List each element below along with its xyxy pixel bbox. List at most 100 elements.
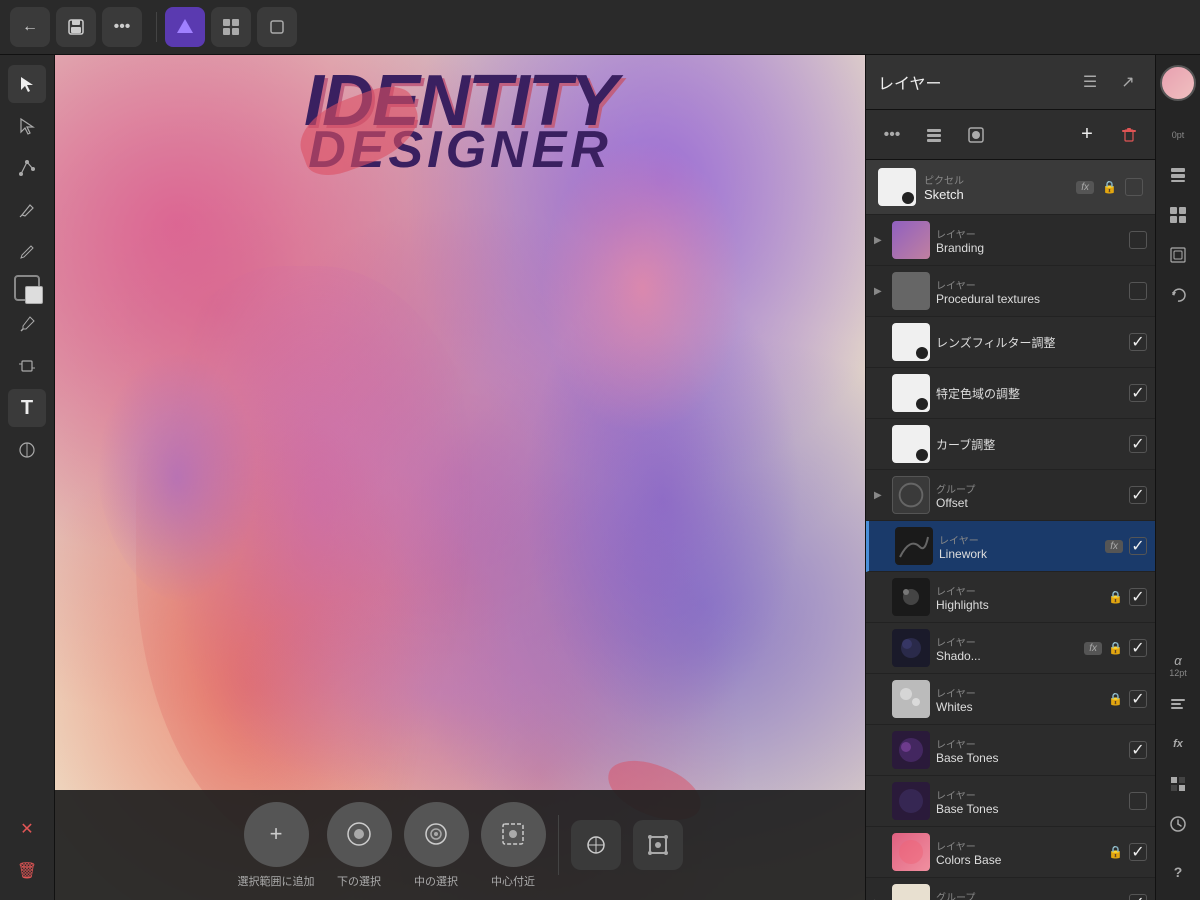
highlights-visibility[interactable]: ✓ — [1129, 588, 1147, 606]
back-button[interactable]: ← — [10, 7, 50, 47]
font-rs-button[interactable]: α 12pt — [1160, 649, 1196, 682]
fx-rs-button[interactable]: fx — [1160, 726, 1196, 762]
bt2-visibility[interactable] — [1129, 792, 1147, 810]
snap-point-button[interactable] — [633, 820, 683, 870]
grid-view-rs-button[interactable] — [1160, 197, 1196, 233]
center-snap-circle[interactable] — [481, 802, 546, 867]
direct-select-tool-button[interactable] — [8, 107, 46, 145]
center-snap-button[interactable]: 中心付近 — [481, 802, 546, 889]
base-tones-2-layer[interactable]: レイヤー Base Tones — [866, 776, 1155, 827]
base-tones-1-layer[interactable]: レイヤー Base Tones ✓ — [866, 725, 1155, 776]
panel-mask-button[interactable] — [958, 117, 994, 153]
whites-layer[interactable]: レイヤー Whites 🔒 ✓ — [866, 674, 1155, 725]
crop-tool-button[interactable] — [8, 347, 46, 385]
text-tool-button[interactable]: T — [8, 389, 46, 427]
select-tool-button[interactable] — [8, 65, 46, 103]
offset-visibility[interactable]: ✓ — [1129, 486, 1147, 504]
add-selection-button[interactable]: + 選択範囲に追加 — [238, 802, 315, 889]
snap-grid-button[interactable] — [571, 820, 621, 870]
blend-tool-button[interactable] — [8, 431, 46, 469]
below-selection-button[interactable]: 下の選択 — [327, 802, 392, 889]
panel-menu-button[interactable]: ☰ — [1075, 67, 1105, 97]
color-range-visibility[interactable]: ✓ — [1129, 384, 1147, 402]
shape-button[interactable] — [257, 7, 297, 47]
panel-export-button[interactable]: ↗ — [1113, 67, 1143, 97]
pencil-tool-button[interactable] — [8, 233, 46, 271]
delete-button[interactable]: ✕ — [8, 810, 46, 848]
cb-visibility[interactable]: ✓ — [1129, 843, 1147, 861]
center-selection-button[interactable]: 中の選択 — [404, 802, 469, 889]
panel-ellipsis-button[interactable]: ••• — [874, 117, 910, 153]
delete-layer-button[interactable]: 🗑 — [8, 852, 46, 890]
add-selection-circle[interactable]: + — [244, 802, 309, 867]
lens-visibility[interactable]: ✓ — [1129, 333, 1147, 351]
below-selection-label: 下の選択 — [337, 873, 381, 889]
branding-visibility[interactable] — [1129, 231, 1147, 249]
app-icon-button[interactable] — [165, 7, 205, 47]
color-range-name: 特定色域の調整 — [936, 385, 1123, 402]
procedural-textures-layer[interactable]: ▶ レイヤー Procedural textures — [866, 266, 1155, 317]
grid-view-button[interactable] — [211, 7, 251, 47]
linework-layer[interactable]: レイヤー Linework fx ✓ — [866, 521, 1155, 572]
panel-layers-button[interactable] — [916, 117, 952, 153]
bt1-info: レイヤー Base Tones — [936, 736, 1123, 765]
undo-rs-button[interactable] — [1160, 277, 1196, 313]
clock-rs-button[interactable] — [1160, 806, 1196, 842]
node-tool-button[interactable] — [8, 149, 46, 187]
whites-visibility[interactable]: ✓ — [1129, 690, 1147, 708]
sketch-visibility-checkbox[interactable] — [1125, 178, 1143, 196]
linework-thumb — [895, 527, 933, 565]
offset-info: グループ Offset — [936, 481, 1123, 510]
bg-visibility[interactable]: ✓ — [1129, 894, 1147, 900]
shadows-visibility[interactable]: ✓ — [1129, 639, 1147, 657]
offset-chevron: ▶ — [874, 490, 886, 501]
curves-visibility[interactable]: ✓ — [1129, 435, 1147, 453]
snap-point-square[interactable] — [633, 820, 683, 870]
eyedropper-tool-button[interactable] — [8, 305, 46, 343]
curves-layer[interactable]: カーブ調整 ✓ — [866, 419, 1155, 470]
pixel-rs-button[interactable] — [1160, 766, 1196, 802]
procedural-visibility[interactable] — [1129, 282, 1147, 300]
sketch-layer[interactable]: ピクセル Sketch fx 🔒 — [866, 160, 1155, 215]
whites-name: Whites — [936, 700, 1102, 714]
save-button[interactable] — [56, 7, 96, 47]
pen-tool-button[interactable] — [8, 191, 46, 229]
pt-button[interactable]: 0pt — [1160, 117, 1196, 153]
highlights-layer[interactable]: レイヤー Highlights 🔒 ✓ — [866, 572, 1155, 623]
branding-layer[interactable]: ▶ レイヤー Branding — [866, 215, 1155, 266]
cb-info: レイヤー Colors Base — [936, 838, 1102, 867]
lens-filter-layer[interactable]: レンズフィルター調整 ✓ — [866, 317, 1155, 368]
linework-type: レイヤー — [939, 532, 1099, 547]
snap-grid-square[interactable] — [571, 820, 621, 870]
offset-thumb — [892, 476, 930, 514]
more-button[interactable]: ••• — [102, 7, 142, 47]
shadows-layer[interactable]: レイヤー Shado... fx 🔒 ✓ — [866, 623, 1155, 674]
help-rs-button[interactable]: ? — [1160, 854, 1196, 890]
center-selection-label: 中の選択 — [414, 873, 458, 889]
linework-fx-badge: fx — [1105, 540, 1123, 553]
layer-list: ピクセル Sketch fx 🔒 ▶ レイヤー Branding ▶ — [866, 160, 1155, 900]
center-selection-circle[interactable] — [404, 802, 469, 867]
bt1-visibility[interactable]: ✓ — [1129, 741, 1147, 759]
left-toolbar: T ✕ 🗑 — [0, 55, 55, 900]
bottom-toolbar: + 選択範囲に追加 下の選択 — [55, 790, 865, 900]
color-range-layer[interactable]: 特定色域の調整 ✓ — [866, 368, 1155, 419]
linework-visibility[interactable]: ✓ — [1129, 537, 1147, 555]
canvas-area[interactable]: IDENTITY DESIGNER + 選択範囲に追加 — [55, 55, 865, 900]
background-layer[interactable]: ▶ グループ Background ✓ — [866, 878, 1155, 900]
panel-delete-button[interactable] — [1111, 117, 1147, 153]
color-range-info: 特定色域の調整 — [936, 385, 1123, 402]
transform-rs-button[interactable] — [1160, 237, 1196, 273]
bg-info: グループ Background — [936, 889, 1123, 900]
color-swatch[interactable] — [14, 275, 40, 301]
offset-layer[interactable]: ▶ グループ Offset ✓ — [866, 470, 1155, 521]
text-edit-rs-button[interactable] — [1160, 686, 1196, 722]
colors-base-layer[interactable]: レイヤー Colors Base 🔒 ✓ — [866, 827, 1155, 878]
layers-view-button[interactable] — [1160, 157, 1196, 193]
avatar — [1160, 65, 1196, 101]
panel-add-button[interactable]: + — [1069, 117, 1105, 153]
below-selection-circle[interactable] — [327, 802, 392, 867]
whites-info: レイヤー Whites — [936, 685, 1102, 714]
panel-header: レイヤー ☰ ↗ — [866, 55, 1155, 110]
artwork-content: IDENTITY DESIGNER — [55, 55, 865, 900]
